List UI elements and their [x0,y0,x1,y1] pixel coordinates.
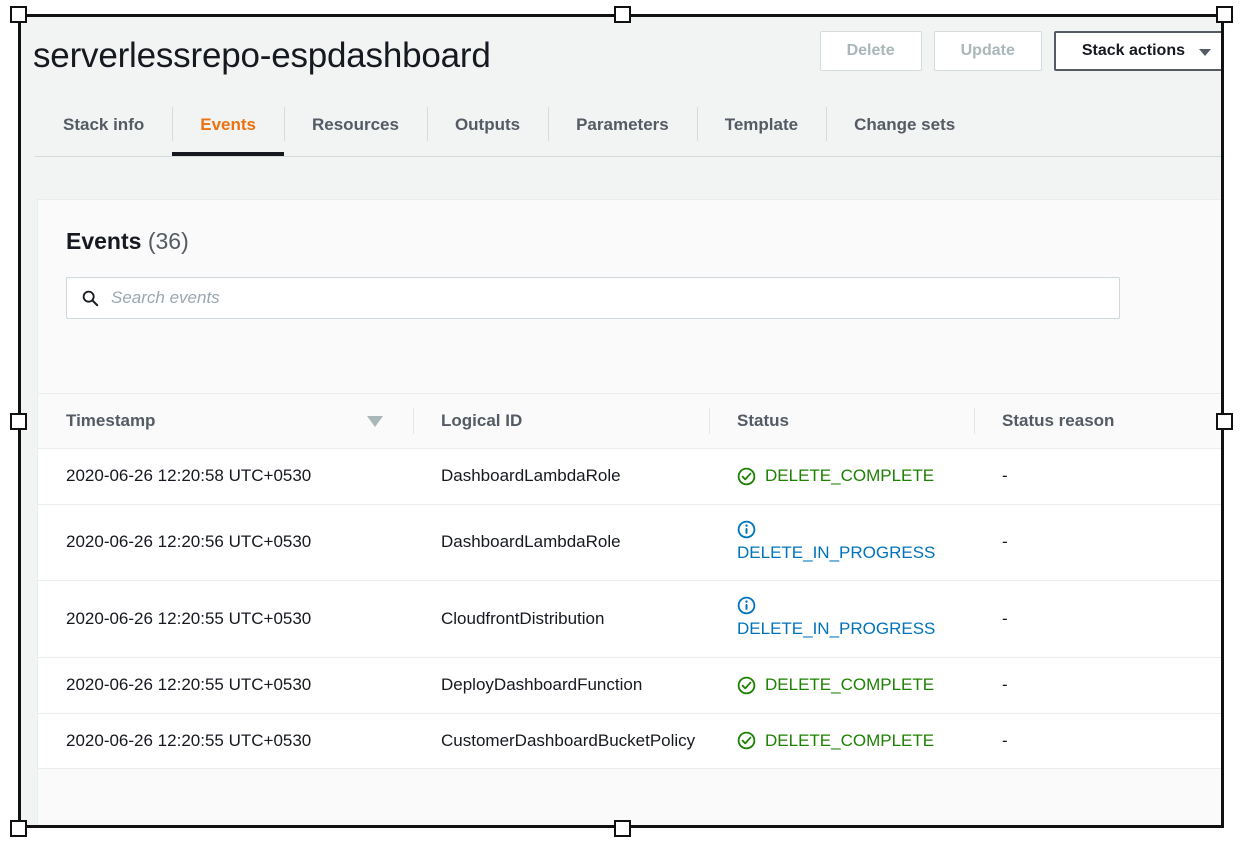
cell-status: DELETE_COMPLETE [709,713,974,770]
cell-status-reason: - [974,713,1221,770]
cell-logical-id: CustomerDashboardBucketPolicy [413,713,709,770]
column-header-logical-id[interactable]: Logical ID [413,393,709,449]
status-label: DELETE_COMPLETE [765,730,935,750]
table-row[interactable]: 2020-06-26 12:20:58 UTC+0530 DashboardLam… [38,448,1221,505]
header-action-buttons: Delete Update Stack actions [819,31,1221,71]
events-table-header: Timestamp Logical ID Status Status reaso… [38,393,1221,449]
stack-actions-button[interactable]: Stack actions [1053,31,1221,71]
selection-handle-bottom-left[interactable] [10,820,27,837]
update-button[interactable]: Update [933,31,1042,71]
tab-resources[interactable]: Resources [284,95,427,155]
caret-down-icon [367,415,383,427]
stack-header: serverlessrepo-espdashboard Delete Updat… [21,17,1221,95]
cell-status: DELETE_COMPLETE [709,448,974,505]
tab-template[interactable]: Template [696,95,826,155]
events-table-body: 2020-06-26 12:20:58 UTC+0530 DashboardLam… [38,448,1221,770]
check-circle-icon [737,467,756,486]
column-header-status[interactable]: Status [709,393,974,449]
status-label: DELETE_IN_PROGRESS [737,542,936,562]
status-badge: DELETE_COMPLETE [737,464,974,489]
status-label: DELETE_COMPLETE [765,466,935,485]
check-circle-icon [737,676,756,695]
cell-status-reason: - [974,657,1221,714]
cell-timestamp: 2020-06-26 12:20:55 UTC+0530 [38,657,413,714]
table-row[interactable]: 2020-06-26 12:20:55 UTC+0530 CloudfrontDi… [38,580,1221,658]
search-events-box[interactable] [66,277,1120,319]
screenshot-root: serverlessrepo-espdashboard Delete Updat… [0,0,1244,842]
events-panel: Events (36) Search events Timestamp Logi… [37,199,1221,825]
search-icon [82,290,99,307]
cell-status: DELETE_COMPLETE [709,657,974,714]
table-row[interactable]: 2020-06-26 12:20:55 UTC+0530 DeployDashbo… [38,657,1221,714]
search-input[interactable] [111,288,1046,308]
events-count: (36) [147,228,189,254]
status-badge: DELETE_COMPLETE [737,673,974,698]
selection-handle-bottom-middle[interactable] [614,820,631,837]
events-table: Timestamp Logical ID Status Status reaso… [38,393,1221,770]
cell-timestamp: 2020-06-26 12:20:58 UTC+0530 [38,448,413,505]
check-circle-icon [737,732,756,750]
selection-handle-top-left[interactable] [10,6,27,23]
selection-handle-top-right[interactable] [1216,6,1233,23]
events-heading-text: Events [66,228,142,254]
cell-status: DELETE_IN_PROGRESS [709,504,974,582]
stack-actions-label: Stack actions [1081,42,1185,59]
chevron-down-icon [1199,48,1211,56]
panel-spacer [38,319,1221,393]
tab-events[interactable]: Events [172,95,284,156]
tab-stack-info[interactable]: Stack info [35,95,172,155]
table-header-row: Timestamp Logical ID Status Status reaso… [38,393,1221,449]
tab-change-sets[interactable]: Change sets [826,95,983,155]
info-circle-icon [737,520,756,538]
events-panel-header: Events (36) [38,200,1221,319]
page-title: serverlessrepo-espdashboard [33,36,491,75]
cell-status-reason: - [974,504,1221,582]
selection-handle-middle-right[interactable] [1216,413,1233,430]
stack-tabs: Stack info Events Resources Outputs Para… [21,95,1221,157]
cloudformation-stack-page: serverlessrepo-espdashboard Delete Updat… [21,17,1221,825]
cell-logical-id: DashboardLambdaRole [413,448,709,505]
cell-logical-id: CloudfrontDistribution [413,580,709,658]
cell-status-reason: - [974,580,1221,658]
cell-logical-id: DashboardLambdaRole [413,504,709,582]
status-badge: DELETE_IN_PROGRESS [737,596,974,642]
column-label-timestamp: Timestamp [66,411,156,430]
status-label: DELETE_COMPLETE [765,674,935,694]
tab-parameters[interactable]: Parameters [548,95,697,155]
table-row[interactable]: 2020-06-26 12:20:56 UTC+0530 DashboardLam… [38,504,1221,582]
delete-button[interactable]: Delete [819,31,922,71]
cell-status-reason: - [974,448,1221,505]
column-header-status-reason[interactable]: Status reason [974,393,1221,449]
cell-timestamp: 2020-06-26 12:20:55 UTC+0530 [38,713,413,770]
status-label: DELETE_IN_PROGRESS [737,619,936,639]
cell-logical-id: DeployDashboardFunction [413,657,709,714]
selection-handle-top-middle[interactable] [614,6,631,23]
events-heading: Events (36) [66,228,1221,255]
info-circle-icon [737,596,756,615]
cell-timestamp: 2020-06-26 12:20:56 UTC+0530 [38,504,413,582]
tabs-divider [35,156,1221,157]
table-row[interactable]: 2020-06-26 12:20:55 UTC+0530 CustomerDash… [38,713,1221,770]
status-badge: DELETE_IN_PROGRESS [737,520,974,566]
cell-timestamp: 2020-06-26 12:20:55 UTC+0530 [38,580,413,658]
status-badge: DELETE_COMPLETE [737,729,974,754]
column-header-timestamp[interactable]: Timestamp [38,393,413,449]
selection-handle-middle-left[interactable] [10,413,27,430]
tab-outputs[interactable]: Outputs [426,95,548,155]
cell-status: DELETE_IN_PROGRESS [709,580,974,658]
